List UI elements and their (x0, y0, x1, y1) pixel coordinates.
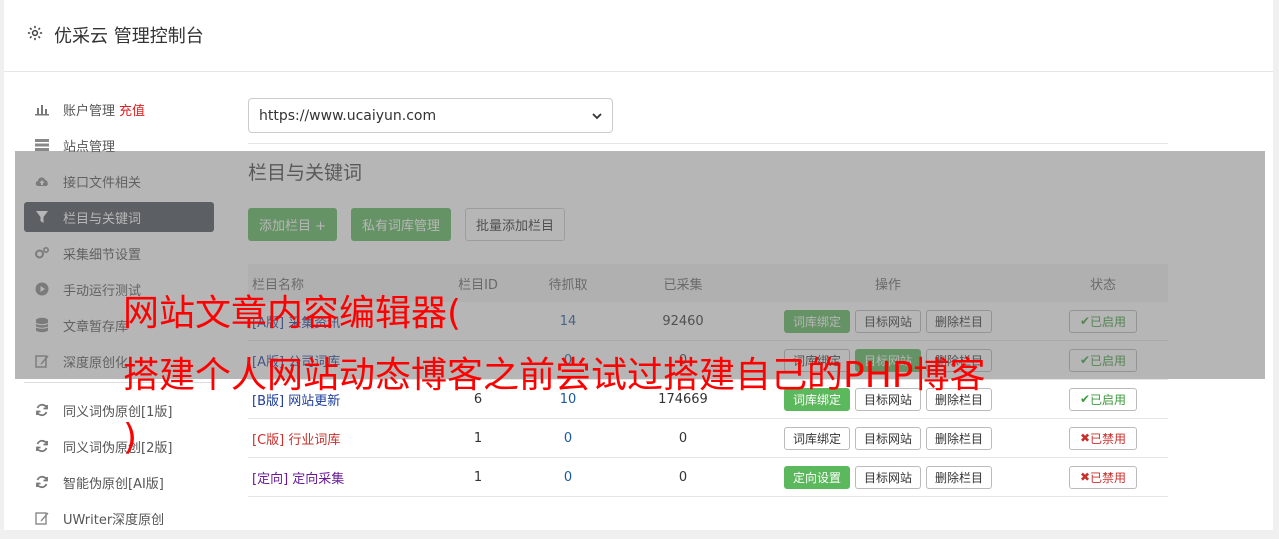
row-got: 0 (678, 430, 688, 446)
row-tag: [C版] (252, 432, 285, 448)
recharge-link[interactable]: 充值 (119, 100, 145, 119)
row-wait[interactable]: 0 (508, 431, 628, 446)
site-select[interactable]: https://www.ucaiyun.com (248, 98, 613, 133)
row-id: 1 (473, 469, 483, 485)
chevron-down-icon (592, 108, 602, 124)
site-select-value: https://www.ucaiyun.com (259, 107, 437, 124)
row-title: 定向采集 (292, 471, 345, 487)
disabled-badge[interactable]: ✖ 已禁用 (1068, 465, 1138, 489)
table-row: [C版] 行业词库 1 0 0 词库绑定 目标网站 删除栏目 ✖ 已禁用 (248, 419, 1168, 458)
row-id: 1 (473, 430, 483, 446)
sidebar-item-ai-original[interactable]: 智能伪原创[AI版] (24, 467, 214, 497)
state-label: 已禁用 (1090, 470, 1127, 485)
refresh-icon (34, 402, 50, 418)
row-ops: 定向设置 目标网站 删除栏目 (738, 465, 1038, 489)
row-name[interactable]: [定向] 定向采集 (248, 468, 448, 487)
app-header: 优采云 管理控制台 (4, 0, 1273, 72)
row-name[interactable]: [C版] 行业词库 (248, 429, 448, 448)
row-title: 行业词库 (288, 432, 341, 448)
scrollbar[interactable] (1273, 0, 1279, 530)
disabled-badge[interactable]: ✖ 已禁用 (1068, 426, 1138, 450)
sidebar-item-synonym-v1[interactable]: 同义词伪原创[1版] (24, 395, 214, 425)
overlay-caption-line3: ) (123, 417, 138, 458)
gear-icon (27, 25, 43, 41)
row-wait[interactable]: 0 (508, 470, 628, 485)
target-site-button[interactable]: 目标网站 (854, 465, 921, 489)
row-state: ✖ 已禁用 (1038, 465, 1168, 489)
row-tag: [定向] (252, 471, 289, 487)
delete-column-button[interactable]: 删除栏目 (926, 426, 993, 450)
edit-icon (34, 510, 50, 526)
row-state: ✔ 已启用 (1038, 387, 1168, 411)
row-got: 0 (678, 469, 688, 485)
directed-settings-button[interactable]: 定向设置 (783, 465, 850, 489)
row-ops: 词库绑定 目标网站 删除栏目 (738, 426, 1038, 450)
sidebar-item-label: 智能伪原创[AI版] (63, 476, 164, 492)
table-row: [定向] 定向采集 1 0 0 定向设置 目标网站 删除栏目 ✖ 已禁用 (248, 458, 1168, 497)
overlay-caption-line2: 搭建个人网站动态博客之前尝试过搭建自己的PHP博客 (123, 355, 986, 396)
gray-overlay (15, 151, 1265, 379)
bar-chart-icon (34, 101, 50, 117)
sidebar-item-label: 账户管理 (63, 103, 116, 119)
sidebar-item-label: UWriter深度原创 (63, 512, 165, 528)
sidebar-item-synonym-v2[interactable]: 同义词伪原创[2版] (24, 431, 214, 461)
sidebar-item-uwriter[interactable]: UWriter深度原创 (24, 503, 214, 533)
state-label: 已启用 (1090, 392, 1127, 407)
divider (248, 143, 1168, 144)
sidebar-item-account[interactable]: 账户管理 充值 (24, 94, 214, 124)
row-state: ✖ 已禁用 (1038, 426, 1168, 450)
enabled-badge[interactable]: ✔ 已启用 (1068, 387, 1138, 411)
target-site-button[interactable]: 目标网站 (854, 426, 921, 450)
sidebar-item-label: 同义词伪原创[1版] (63, 404, 173, 420)
refresh-icon (34, 438, 50, 454)
state-label: 已禁用 (1090, 431, 1127, 446)
sidebar-item-label: 同义词伪原创[2版] (63, 440, 173, 456)
refresh-icon (34, 474, 50, 490)
delete-column-button[interactable]: 删除栏目 (926, 465, 993, 489)
app-title: 优采云 管理控制台 (54, 26, 204, 47)
bind-lexicon-button[interactable]: 词库绑定 (783, 426, 850, 450)
overlay-caption-line1: 网站文章内容编辑器( (123, 293, 462, 334)
